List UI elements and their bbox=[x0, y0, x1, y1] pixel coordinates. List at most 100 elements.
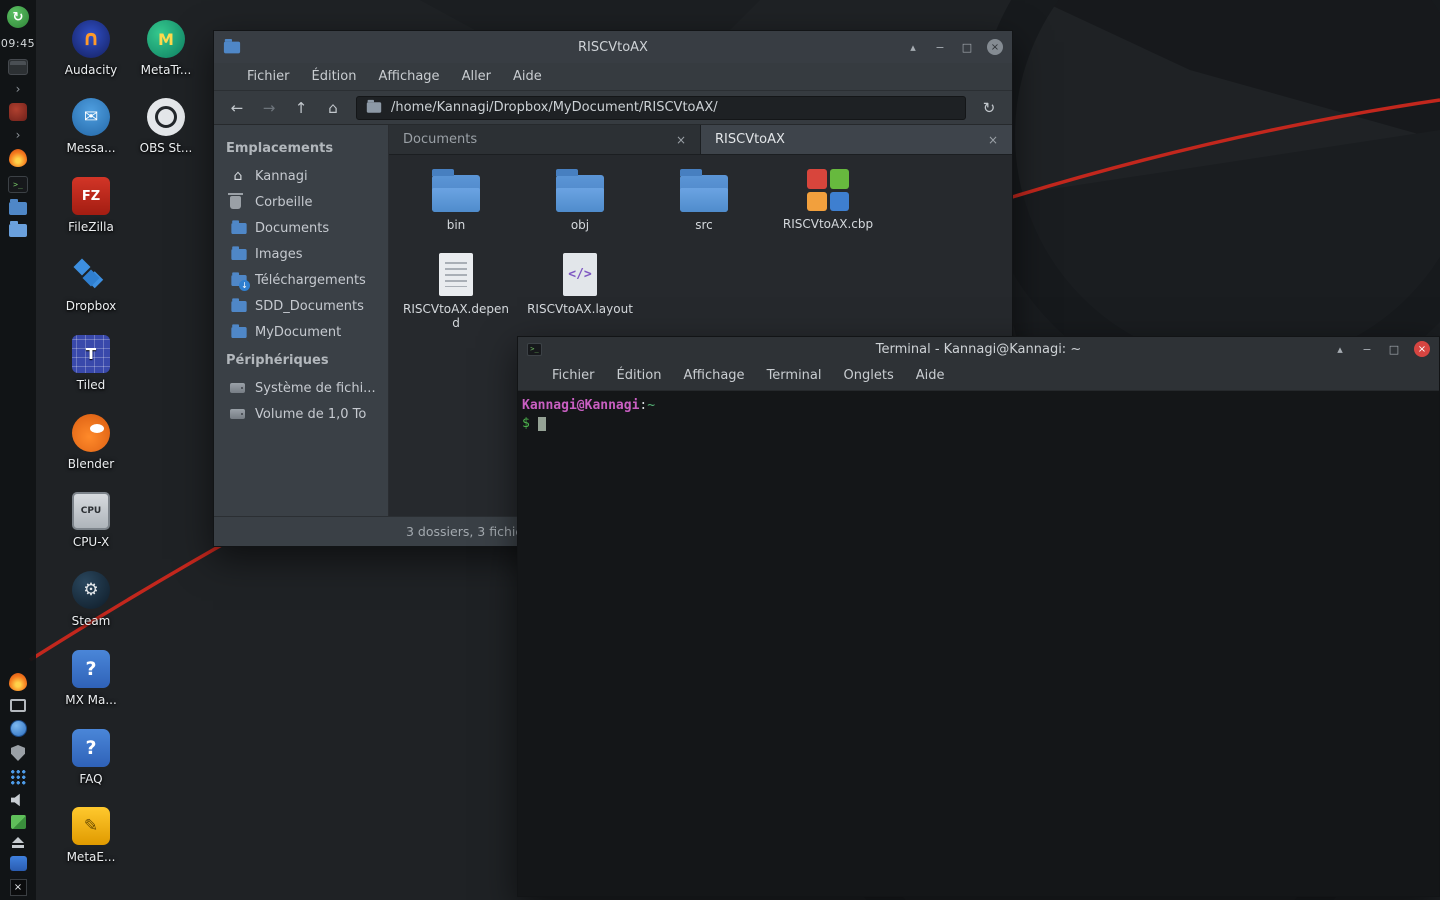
desktop-icon-blender[interactable]: Blender bbox=[53, 414, 129, 471]
folder-open-icon[interactable] bbox=[8, 221, 27, 237]
desktop-icon-faq[interactable]: FAQ bbox=[53, 729, 129, 786]
desktop-icon-obs-studio[interactable]: OBS St... bbox=[128, 98, 204, 155]
tab-riscvtoax[interactable]: RISCVtoAX × bbox=[701, 125, 1012, 154]
file-item-bin[interactable]: bin bbox=[394, 169, 518, 253]
tab-close-icon[interactable]: × bbox=[988, 133, 998, 147]
shield-icon[interactable] bbox=[11, 745, 25, 761]
desktop-icon-dropbox[interactable]: Dropbox bbox=[53, 256, 129, 313]
minimize-button[interactable]: − bbox=[933, 41, 947, 54]
dropbox-icon bbox=[72, 256, 110, 294]
maximize-button[interactable]: □ bbox=[960, 41, 974, 54]
menu-aide[interactable]: Aide bbox=[502, 69, 553, 84]
menu-edition[interactable]: Édition bbox=[606, 368, 673, 383]
desktop-icon-metaeditor[interactable]: MetaE... bbox=[53, 807, 129, 864]
minimize-button[interactable]: − bbox=[1360, 343, 1374, 356]
dots-grid-icon[interactable] bbox=[10, 769, 26, 785]
menu-edition[interactable]: Édition bbox=[301, 69, 368, 84]
folder-icon bbox=[230, 245, 247, 261]
file-item-src[interactable]: src bbox=[642, 169, 766, 253]
menu-aide[interactable]: Aide bbox=[905, 368, 956, 383]
file-manager-titlebar[interactable]: RISCVtoAX ▴ − □ × bbox=[214, 31, 1012, 63]
terminal-titlebar[interactable]: Terminal - Kannagi@Kannagi: ~ ▴ − □ × bbox=[518, 337, 1439, 361]
volume-icon[interactable] bbox=[10, 793, 20, 807]
dark-window-app-icon[interactable] bbox=[7, 59, 28, 75]
refresh-button[interactable]: ↻ bbox=[974, 95, 1004, 121]
shade-button[interactable]: ▴ bbox=[1333, 343, 1347, 356]
close-button[interactable]: × bbox=[987, 39, 1003, 55]
terminal-launcher-icon[interactable] bbox=[7, 176, 28, 193]
sidebar-item-home[interactable]: ⌂ Kannagi bbox=[214, 163, 388, 189]
mail-icon bbox=[72, 98, 110, 136]
sidebar-item-label: MyDocument bbox=[255, 324, 342, 340]
prompt-symbol: $ bbox=[522, 416, 530, 431]
chevron-right-icon[interactable]: › bbox=[16, 129, 21, 141]
sidebar-item-images[interactable]: Images bbox=[214, 241, 388, 267]
desktop-icon-mx-manual[interactable]: MX Ma... bbox=[53, 650, 129, 707]
package-icon[interactable] bbox=[10, 815, 26, 829]
menu-fichier[interactable]: Fichier bbox=[541, 368, 606, 383]
drive-icon bbox=[230, 409, 246, 419]
close-glyph: × bbox=[13, 882, 23, 893]
panel-clock[interactable]: 09:45 bbox=[1, 37, 35, 50]
flame-icon[interactable] bbox=[8, 149, 27, 167]
tab-close-icon[interactable]: × bbox=[676, 133, 686, 147]
sidebar-item-label: Téléchargements bbox=[255, 272, 366, 288]
eject-icon[interactable] bbox=[12, 837, 24, 848]
sidebar-item-label: Documents bbox=[255, 220, 330, 236]
mx-updater-icon[interactable]: ↻ bbox=[6, 6, 29, 28]
window-outline-icon[interactable] bbox=[10, 699, 26, 712]
tab-documents[interactable]: Documents × bbox=[389, 125, 701, 154]
file-item-obj[interactable]: obj bbox=[518, 169, 642, 253]
question-mark-icon bbox=[72, 729, 110, 767]
taskbar-panel: ↻ 09:45 › › × bbox=[0, 0, 36, 900]
menu-affichage[interactable]: Affichage bbox=[672, 368, 755, 383]
terminal-output[interactable]: Kannagi@Kannagi:~ $ bbox=[518, 391, 1439, 896]
path-bar[interactable]: /home/Kannagi/Dropbox/MyDocument/RISCVto… bbox=[356, 95, 966, 120]
globe-browser-icon[interactable] bbox=[9, 720, 27, 737]
menu-onglets[interactable]: Onglets bbox=[833, 368, 905, 383]
desktop-icon-tiled[interactable]: Tiled bbox=[53, 335, 129, 392]
tab-label: Documents bbox=[403, 132, 478, 147]
menu-aller[interactable]: Aller bbox=[451, 69, 502, 84]
sidebar-item-mydocument[interactable]: MyDocument bbox=[214, 319, 388, 345]
sidebar-item-filesystem[interactable]: Système de fichi... bbox=[214, 375, 388, 401]
menu-affichage[interactable]: Affichage bbox=[367, 69, 450, 84]
desktop-icon-label: Messa... bbox=[66, 141, 116, 155]
close-button[interactable]: × bbox=[1414, 341, 1430, 357]
file-item-cbp[interactable]: RISCVtoAX.cbp bbox=[766, 169, 890, 253]
desktop-icon-label: MX Ma... bbox=[65, 693, 117, 707]
sidebar-item-downloads[interactable]: ↓ Téléchargements bbox=[214, 267, 388, 293]
shade-button[interactable]: ▴ bbox=[906, 41, 920, 54]
forward-button[interactable]: → bbox=[254, 95, 284, 121]
firefox-icon[interactable] bbox=[9, 673, 27, 691]
desktop-icon-audacity[interactable]: Audacity bbox=[53, 20, 129, 77]
home-button[interactable]: ⌂ bbox=[318, 95, 348, 121]
chevron-right-icon[interactable]: › bbox=[16, 83, 21, 95]
path-folder-icon bbox=[366, 99, 382, 113]
menu-terminal[interactable]: Terminal bbox=[756, 368, 833, 383]
window-folder-icon bbox=[223, 38, 241, 53]
sidebar-item-documents[interactable]: Documents bbox=[214, 215, 388, 241]
desktop-icon-messagerie[interactable]: Messa... bbox=[53, 98, 129, 155]
up-button[interactable]: ↑ bbox=[286, 95, 316, 121]
red-app-icon[interactable] bbox=[8, 103, 27, 121]
desktop-icon-filezilla[interactable]: FileZilla bbox=[53, 177, 129, 234]
desktop-icon-steam[interactable]: Steam bbox=[53, 571, 129, 628]
file-item-layout[interactable]: </> RISCVtoAX.layout bbox=[518, 253, 642, 337]
folder-icon[interactable] bbox=[8, 199, 27, 215]
window-title: RISCVtoAX bbox=[578, 39, 648, 55]
desktop-icon-label: Steam bbox=[71, 614, 111, 628]
back-button[interactable]: ← bbox=[222, 95, 252, 121]
maximize-button[interactable]: □ bbox=[1387, 343, 1401, 356]
show-desktop-icon[interactable]: × bbox=[9, 879, 27, 896]
sidebar-item-trash[interactable]: Corbeille bbox=[214, 189, 388, 215]
file-item-depend[interactable]: RISCVtoAX.depend bbox=[394, 253, 518, 337]
tab-label: RISCVtoAX bbox=[715, 132, 785, 147]
sidebar-item-sdd-documents[interactable]: SDD_Documents bbox=[214, 293, 388, 319]
desktop-icon-metatrader[interactable]: MetaTr... bbox=[128, 20, 204, 77]
sidebar-item-volume[interactable]: Volume de 1,0 To bbox=[214, 401, 388, 427]
workspace-icon[interactable] bbox=[9, 856, 27, 871]
desktop-icon-cpux[interactable]: CPU-X bbox=[53, 492, 129, 549]
menu-fichier[interactable]: Fichier bbox=[236, 69, 301, 84]
places-header: Emplacements bbox=[226, 141, 334, 156]
